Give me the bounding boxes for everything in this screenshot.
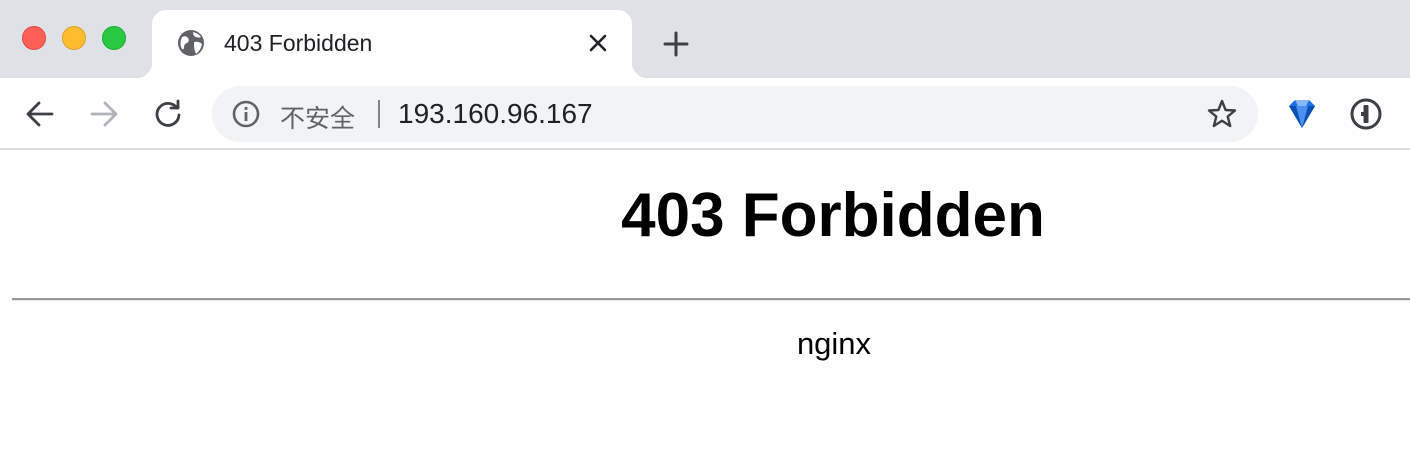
globe-icon: [176, 28, 206, 58]
security-status-label[interactable]: 不安全: [280, 99, 355, 135]
tab-active[interactable]: 403 Forbidden: [136, 10, 648, 78]
arrow-right-icon: [90, 101, 118, 127]
diamond-extension-icon[interactable]: [1284, 96, 1320, 132]
tab-title: 403 Forbidden: [224, 30, 373, 56]
browser-toolbar: 不安全 193.160.96.167: [0, 78, 1410, 150]
star-icon[interactable]: [1206, 98, 1238, 130]
back-button[interactable]: [20, 94, 60, 134]
close-icon[interactable]: [582, 27, 614, 59]
omnibox-divider: [378, 100, 380, 128]
plus-icon: [663, 31, 689, 57]
new-tab-button[interactable]: [656, 24, 696, 64]
forward-button[interactable]: [84, 94, 124, 134]
window-minimize-button[interactable]: [62, 26, 86, 50]
page-title: 403 Forbidden: [621, 181, 1045, 250]
window-close-button[interactable]: [22, 26, 46, 50]
url-text[interactable]: 193.160.96.167: [398, 98, 593, 130]
info-icon[interactable]: [232, 100, 260, 128]
address-bar[interactable]: 不安全 193.160.96.167: [212, 86, 1258, 142]
arrow-left-icon: [26, 101, 54, 127]
password-manager-icon[interactable]: [1348, 96, 1384, 132]
horizontal-rule: [12, 298, 1410, 301]
server-signature: nginx: [796, 326, 872, 361]
reload-icon: [155, 99, 181, 127]
reload-button[interactable]: [148, 94, 188, 134]
window-maximize-button[interactable]: [102, 26, 126, 50]
tab-strip: 403 Forbidden: [0, 0, 1410, 78]
page-content: 403 Forbidden nginx: [0, 152, 1410, 470]
